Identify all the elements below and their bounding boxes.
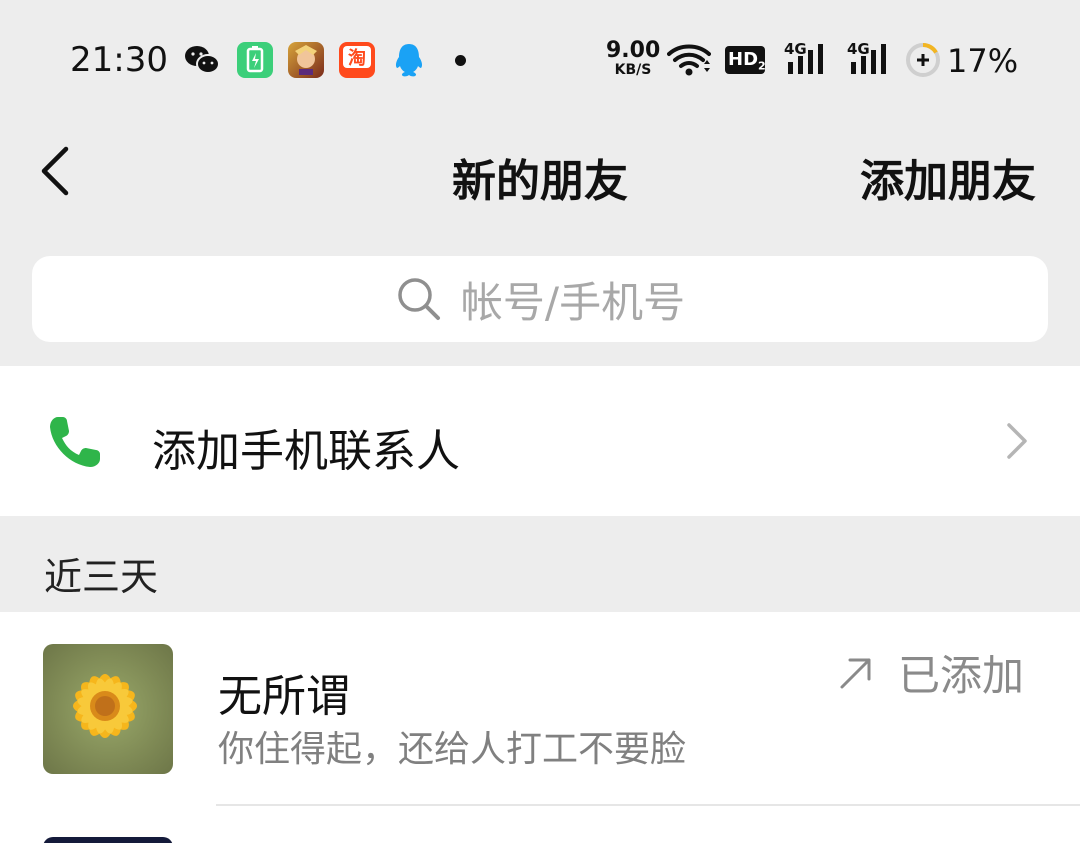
network-speed-unit: KB/S bbox=[614, 62, 652, 78]
status-bar: 21:30 淘 9.00 KB/S HD2 4G 4G 17% bbox=[0, 0, 1080, 120]
hd-sub: 2 bbox=[758, 59, 766, 73]
wifi-icon bbox=[667, 44, 711, 76]
signal-4g-icon: 4G bbox=[847, 40, 895, 76]
friend-list: 无所谓 你住得起，还给人打工不要脸 已添加 bbox=[0, 612, 1080, 843]
friend-status-label: 已添加 bbox=[897, 651, 1024, 700]
battery-percent: 17% bbox=[947, 42, 1019, 80]
hd-label: HD bbox=[728, 49, 759, 70]
network-speed: 9.00 KB/S bbox=[606, 38, 661, 78]
friend-status: 已添加 bbox=[836, 642, 1024, 703]
friend-message: 你住得起，还给人打工不要脸 bbox=[218, 729, 687, 770]
signal-4g-icon: 4G bbox=[784, 40, 832, 76]
avatar bbox=[43, 837, 173, 843]
network-speed-value: 9.00 bbox=[606, 38, 661, 63]
phone-icon bbox=[50, 417, 100, 467]
add-friend-button[interactable]: 添加朋友 bbox=[860, 145, 1036, 209]
game-app-icon bbox=[288, 42, 324, 78]
friend-item[interactable]: 无所谓 你住得起，还给人打工不要脸 已添加 bbox=[0, 612, 1080, 806]
section-header: 近三天 bbox=[0, 516, 1080, 612]
chevron-right-icon bbox=[1007, 423, 1027, 459]
divider bbox=[216, 804, 1080, 806]
arrow-up-right-icon bbox=[840, 658, 871, 688]
add-phone-contacts-item[interactable]: 添加手机联系人 bbox=[0, 366, 1080, 516]
battery-icon bbox=[906, 42, 940, 77]
wechat-icon bbox=[185, 46, 220, 74]
search-placeholder: 帐号/手机号 bbox=[460, 277, 686, 327]
search-icon bbox=[398, 278, 440, 320]
hd-voice-icon: HD2 bbox=[725, 46, 766, 74]
notification-dot bbox=[455, 55, 466, 66]
taobao-icon-label: 淘 bbox=[348, 47, 366, 69]
add-phone-contacts-label: 添加手机联系人 bbox=[152, 426, 460, 477]
status-time: 21:30 bbox=[70, 40, 168, 80]
search-input[interactable]: 帐号/手机号 bbox=[32, 256, 1048, 342]
taobao-app-icon: 淘 bbox=[339, 42, 375, 78]
qq-icon bbox=[395, 44, 423, 77]
section-label-recent: 近三天 bbox=[44, 555, 159, 599]
battery-saver-app-icon bbox=[237, 42, 273, 78]
sunflower-avatar bbox=[43, 644, 173, 774]
friend-name: 无所谓 bbox=[218, 671, 350, 722]
